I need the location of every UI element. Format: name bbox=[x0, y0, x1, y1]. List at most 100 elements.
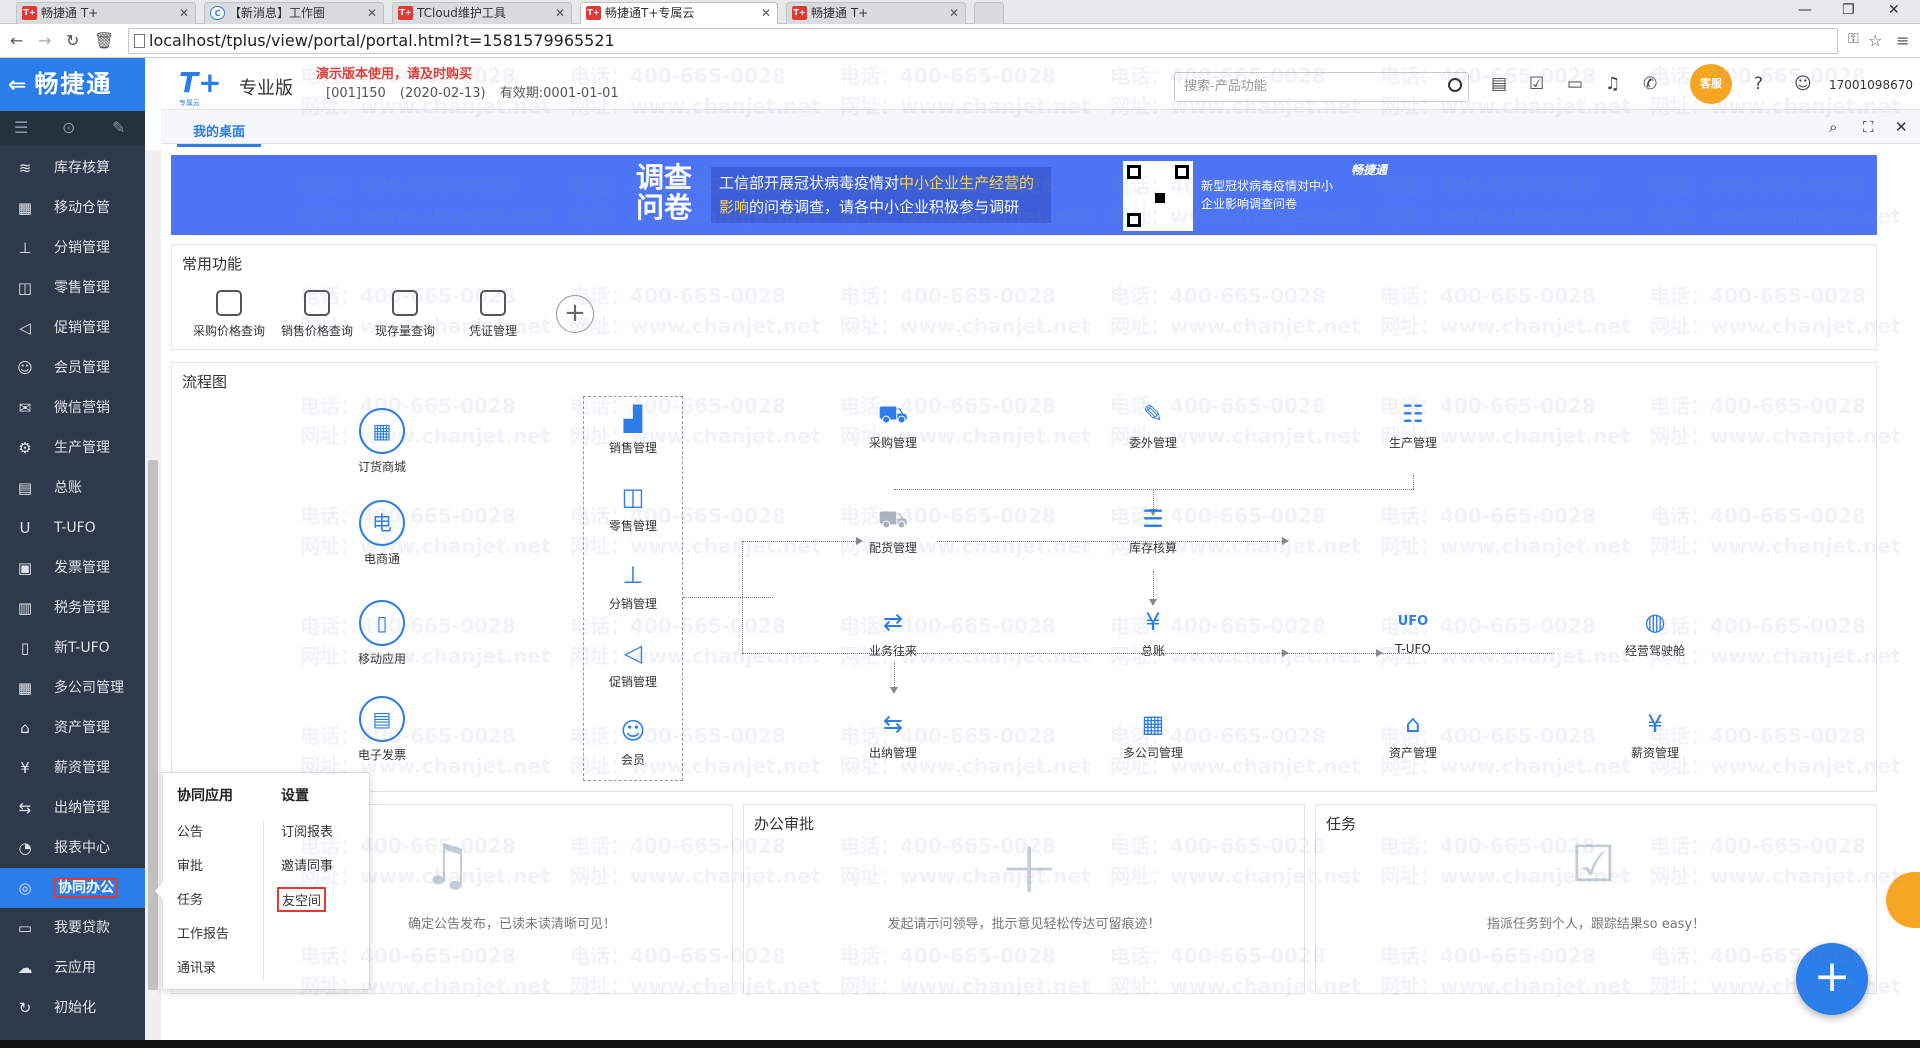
minimize-icon[interactable]: — bbox=[1798, 2, 1812, 18]
sidebar-item[interactable]: ◁ 促销管理 bbox=[0, 308, 145, 348]
flow-node-promotion[interactable]: ◁ 促销管理 bbox=[588, 637, 678, 690]
flow-node-business[interactable]: ⇄ 业务往来 bbox=[848, 606, 938, 659]
demo-notice[interactable]: 演示版本使用，请及时购买 bbox=[316, 63, 472, 82]
mascot-avatar[interactable] bbox=[1886, 872, 1920, 928]
menu-item-task[interactable]: 任务 bbox=[177, 889, 203, 908]
quick-item[interactable]: 现存量查询 bbox=[365, 290, 445, 339]
flow-node-ordermall[interactable]: ▦ 订货商城 bbox=[337, 408, 427, 475]
sidebar-scrollbar[interactable] bbox=[145, 150, 161, 1048]
trash-icon[interactable]: 🗑 bbox=[94, 31, 114, 50]
quick-item[interactable]: 凭证管理 bbox=[453, 290, 533, 339]
flow-node-einvoice[interactable]: ▤ 电子发票 bbox=[337, 696, 427, 763]
close-icon[interactable]: ✕ bbox=[555, 3, 565, 23]
support-avatar[interactable]: 客服 bbox=[1690, 64, 1732, 104]
key-icon[interactable]: ⚿ bbox=[1848, 31, 1859, 47]
sidebar-item[interactable]: ⇆ 出纳管理 bbox=[0, 788, 145, 828]
sidebar-item[interactable]: ▦ 多公司管理 bbox=[0, 668, 145, 708]
fullscreen-icon[interactable]: ⛶ bbox=[1863, 118, 1874, 136]
menu-item-invite[interactable]: 邀请同事 bbox=[281, 855, 333, 874]
scrollbar-thumb[interactable] bbox=[148, 460, 158, 990]
sidebar-item[interactable]: ≋ 库存核算 bbox=[0, 148, 145, 188]
sidebar-item[interactable]: ⌂ 资产管理 bbox=[0, 708, 145, 748]
close-icon[interactable]: ✕ bbox=[949, 3, 959, 23]
sidebar-item[interactable]: ✉ 微信营销 bbox=[0, 388, 145, 428]
flow-node-ecommerce[interactable]: 电电商通 bbox=[337, 500, 427, 567]
list-icon[interactable]: ☰ bbox=[14, 118, 28, 137]
collapse-arrow-icon[interactable]: ⇐ bbox=[8, 73, 28, 98]
flow-node-outsourcing[interactable]: ✎ 委外管理 bbox=[1108, 398, 1198, 451]
browser-tab[interactable]: T+ 畅捷通 T+ ✕ bbox=[786, 2, 966, 24]
floating-add-button[interactable]: + bbox=[1796, 943, 1868, 1015]
sidebar-item[interactable]: ⚙ 生产管理 bbox=[0, 428, 145, 468]
flow-node-retail[interactable]: ◫ 零售管理 bbox=[588, 481, 678, 534]
browser-tab-active[interactable]: T+ 畅捷通T+专属云 ✕ bbox=[580, 2, 778, 25]
sidebar-item[interactable]: ↻ 初始化 bbox=[0, 988, 145, 1028]
quick-item[interactable]: 销售价格查询 bbox=[277, 290, 357, 339]
sidebar-item[interactable]: ☺ 会员管理 bbox=[0, 348, 145, 388]
help-icon[interactable]: ? bbox=[1754, 74, 1763, 94]
menu-icon[interactable]: ≡ bbox=[1896, 31, 1909, 50]
flow-node-purchase[interactable]: ⛟ 采购管理 bbox=[848, 398, 938, 451]
flow-node-allocation[interactable]: ⛟ 配货管理 bbox=[848, 503, 938, 556]
reload-icon[interactable]: ↻ bbox=[66, 31, 79, 50]
user-phone[interactable]: 17001098670 bbox=[1829, 78, 1913, 92]
close-window-icon[interactable]: ✕ bbox=[1888, 2, 1900, 18]
menu-item-notice[interactable]: 公告 bbox=[177, 821, 203, 840]
sidebar-item[interactable]: ◔ 报表中心 bbox=[0, 828, 145, 868]
sidebar-item[interactable]: ◫ 零售管理 bbox=[0, 268, 145, 308]
todo-icon[interactable]: ☑ bbox=[1529, 74, 1544, 94]
close-icon[interactable]: ✕ bbox=[1895, 118, 1908, 136]
close-icon[interactable]: ✕ bbox=[367, 3, 377, 23]
edit-icon[interactable]: ✎ bbox=[112, 118, 125, 137]
close-icon[interactable]: ✕ bbox=[179, 3, 189, 23]
flow-node-tufo[interactable]: UFO T-UFO bbox=[1368, 606, 1458, 656]
add-quick-button[interactable]: + bbox=[556, 295, 594, 333]
close-icon[interactable]: ✕ bbox=[761, 3, 771, 23]
tab-my-desktop[interactable]: 我的桌面 bbox=[177, 121, 262, 147]
flow-node-multicompany[interactable]: ▦ 多公司管理 bbox=[1108, 708, 1198, 761]
browser-tab[interactable]: C 【新消息】工作圈 ✕ bbox=[204, 2, 384, 24]
sidebar-item[interactable]: ▭ 我要贷款 bbox=[0, 908, 145, 948]
sidebar-item[interactable]: ▥ 税务管理 bbox=[0, 588, 145, 628]
search-icon[interactable]: ⌕ bbox=[1829, 118, 1837, 136]
sidebar-item[interactable]: ▯ 新T-UFO bbox=[0, 628, 145, 668]
back-icon[interactable]: ← bbox=[10, 31, 23, 50]
forward-icon[interactable]: → bbox=[38, 31, 51, 50]
app-logo[interactable]: ⇐ 畅捷通 bbox=[0, 58, 145, 111]
flow-node-cockpit[interactable]: ◍ 经营驾驶舱 bbox=[1610, 606, 1700, 659]
browser-tab[interactable]: T+ TCloud维护工具 ✕ bbox=[392, 2, 572, 24]
sidebar-item[interactable]: ▣ 发票管理 bbox=[0, 548, 145, 588]
flow-node-distribution[interactable]: ⊥ 分销管理 bbox=[588, 559, 678, 612]
search-icon[interactable] bbox=[1448, 78, 1462, 92]
calculator-icon[interactable]: ▤ bbox=[1491, 74, 1507, 94]
search-sidebar-icon[interactable]: ⊙ bbox=[62, 118, 75, 137]
url-input[interactable]: localhost/tplus/view/portal/portal.html?… bbox=[128, 28, 1838, 54]
menu-item-report[interactable]: 工作报告 bbox=[177, 923, 229, 942]
star-icon[interactable]: ☆ bbox=[1868, 31, 1882, 50]
sidebar-item[interactable]: ⊥ 分销管理 bbox=[0, 228, 145, 268]
phone-icon[interactable]: ✆ bbox=[1643, 74, 1657, 94]
sidebar-item[interactable]: ▦ 移动仓管 bbox=[0, 188, 145, 228]
flow-node-salary[interactable]: ¥ 薪资管理 bbox=[1610, 708, 1700, 761]
flow-node-sales[interactable]: ▟ 销售管理 bbox=[588, 403, 678, 456]
flow-node-cashier[interactable]: ⇆ 出纳管理 bbox=[848, 708, 938, 761]
menu-item-youkongjian[interactable]: 友空间 bbox=[277, 887, 327, 912]
menu-item-approval[interactable]: 审批 bbox=[177, 855, 203, 874]
sidebar-item[interactable]: ◎ 协同办公 bbox=[0, 868, 145, 908]
quick-item[interactable]: 采购价格查询 bbox=[189, 290, 269, 339]
flow-node-production[interactable]: ☷ 生产管理 bbox=[1368, 398, 1458, 451]
message-icon[interactable]: ▭ bbox=[1567, 74, 1583, 94]
menu-item-subscribe-report[interactable]: 订阅报表 bbox=[281, 821, 333, 840]
flow-node-inventory[interactable]: ☰ 库存核算 bbox=[1108, 503, 1198, 556]
survey-banner[interactable]: 调查问卷 工信部开展冠状病毒疫情对中小企业生产经营的影响的问卷调查，请各中小企业… bbox=[171, 155, 1877, 235]
sidebar-item[interactable]: U T-UFO bbox=[0, 508, 145, 548]
menu-item-contacts[interactable]: 通讯录 bbox=[177, 957, 216, 976]
flow-node-ledger[interactable]: ¥ 总账 bbox=[1108, 606, 1198, 659]
sidebar-item[interactable]: ▤ 总账 bbox=[0, 468, 145, 508]
flow-node-mobile[interactable]: ▯ 移动应用 bbox=[337, 600, 427, 667]
sidebar-item[interactable]: ☁ 云应用 bbox=[0, 948, 145, 988]
sidebar-item[interactable]: ¥ 薪资管理 bbox=[0, 748, 145, 788]
plus-icon[interactable]: + bbox=[999, 825, 1059, 909]
browser-tab[interactable]: T+ 畅捷通 T+ ✕ bbox=[16, 2, 196, 24]
user-icon[interactable]: ☺ bbox=[1794, 74, 1812, 94]
